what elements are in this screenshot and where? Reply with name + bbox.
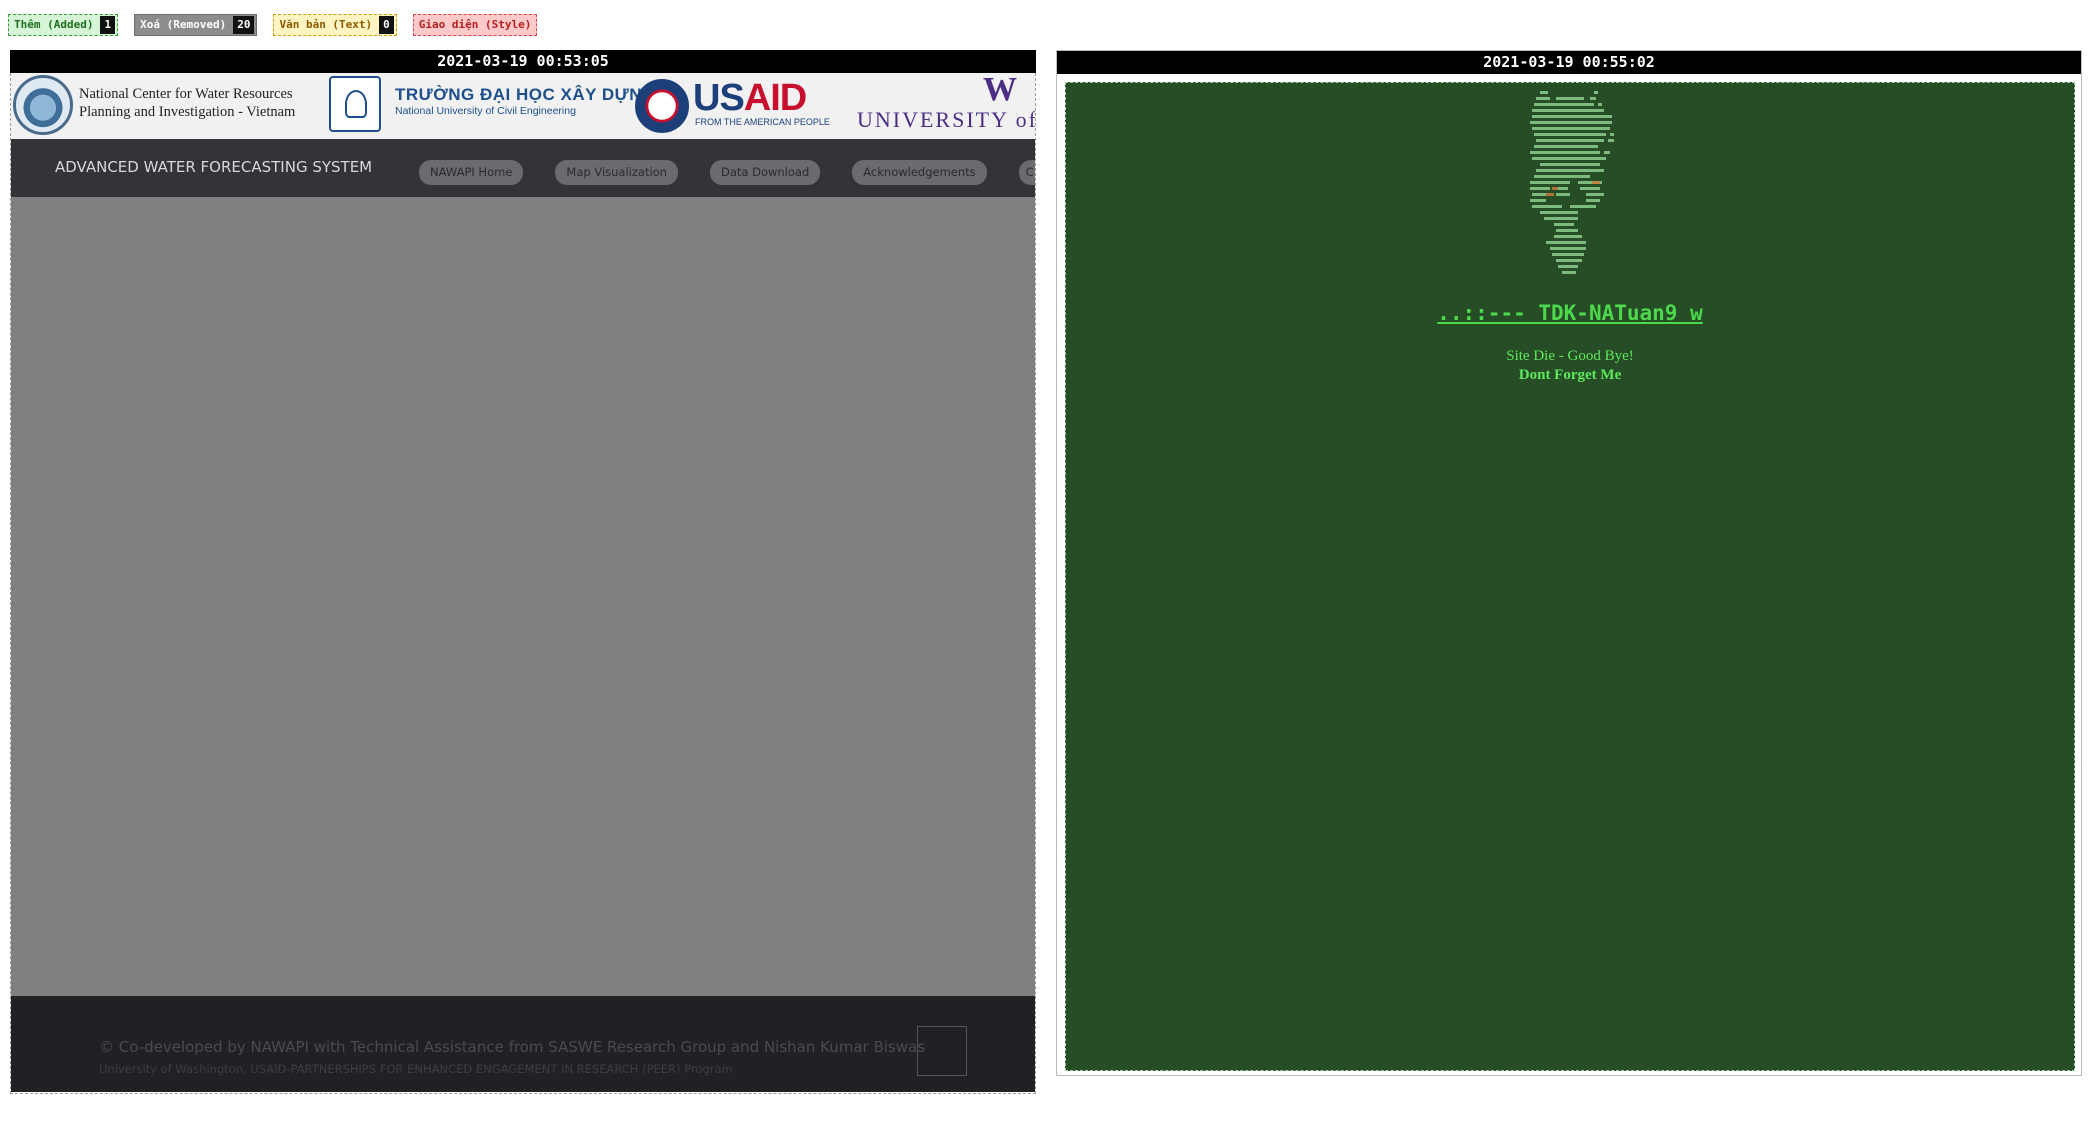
legend-added-label: Thêm (Added) [14,18,94,31]
original-page: National Center for Water Resources Plan… [10,73,1036,1094]
nav-nawapi-home[interactable]: NAWAPI Home [419,160,524,185]
legend-removed-count: 20 [233,16,255,34]
nuce-tree-icon [345,90,367,118]
legend-added-count: 1 [100,16,116,34]
usaid-aid: AID [743,77,807,119]
defacer-signature-link[interactable]: ..::--- TDK-NATuan9 w [1066,301,2074,325]
legend-style-label: Giao diện (Style) [418,18,532,31]
usaid-seal-logo [635,79,689,133]
snapshot-after-timestamp: 2021-03-19 00:55:02 [1057,51,2081,74]
top-navbar: ADVANCED WATER FORECASTING SYSTEM NAWAPI… [11,139,1035,197]
nav-acknowledgements[interactable]: Acknowledgements [852,160,987,185]
legend-added: Thêm (Added) 1 [8,14,119,36]
nuce-subtitle: National University of Civil Engineering [395,105,576,117]
legend-removed: Xoá (Removed) 20 [134,14,258,36]
legend-text: Văn bản (Text) 0 [273,14,397,36]
legend-text-label: Văn bản (Text) [279,18,373,31]
usaid-tagline: FROM THE AMERICAN PEOPLE [695,117,830,127]
legend-text-count: 0 [379,16,394,34]
nuce-name: TRƯỜNG ĐẠI HỌC XÂY DỰNG [395,85,656,104]
partner-logos-banner: National Center for Water Resources Plan… [11,73,1035,139]
ascii-art-figure [1530,91,1614,274]
diff-legend: Thêm (Added) 1 Xoá (Removed) 20 Văn bản … [8,14,538,36]
nawapi-name-line1: National Center for Water Resources [79,86,293,102]
footer-program: University of Washington, USAID-PARTNERS… [99,1062,733,1076]
nawapi-name-line2: Planning and Investigation - Vietnam [79,104,296,120]
map-content-area [11,197,1035,996]
nav-contact-truncated[interactable]: C [1018,160,1035,185]
snapshot-before-timestamp: 2021-03-19 00:53:05 [10,50,1036,73]
defacement-tagline: Dont Forget Me [1518,367,1622,383]
site-brand[interactable]: ADVANCED WATER FORECASTING SYSTEM [55,158,372,176]
nuce-logo [329,76,381,132]
nawapi-logo [13,75,73,135]
footer-logo-placeholder [917,1026,967,1076]
usaid-us: US [693,77,745,119]
usaid-wordmark: USAID [693,77,807,120]
legend-style: Giao diện (Style) [412,14,538,36]
uw-name: UNIVERSITY of WA [857,107,1035,132]
nav-map-visualization[interactable]: Map Visualization [555,160,678,185]
nawapi-name: National Center for Water Resources Plan… [79,85,295,121]
uw-logo-letter: W [983,73,1017,108]
snapshot-before-panel: 2021-03-19 00:53:05 National Center for … [10,50,1036,1094]
page-footer: © Co-developed by NAWAPI with Technical … [11,996,1035,1092]
snapshot-after-panel: 2021-03-19 00:55:02 ..::--- TDK-NATuan9 … [1056,50,2082,1076]
legend-removed-label: Xoá (Removed) [140,18,227,31]
defaced-page: ..::--- TDK-NATuan9 w Site Die - Good By… [1065,82,2075,1071]
defacement-message: Site Die - Good Bye! [1506,348,1634,364]
nav-buttons: NAWAPI Home Map Visualization Data Downl… [419,160,1035,185]
nav-data-download[interactable]: Data Download [709,160,821,185]
footer-credit: © Co-developed by NAWAPI with Technical … [99,1038,926,1056]
